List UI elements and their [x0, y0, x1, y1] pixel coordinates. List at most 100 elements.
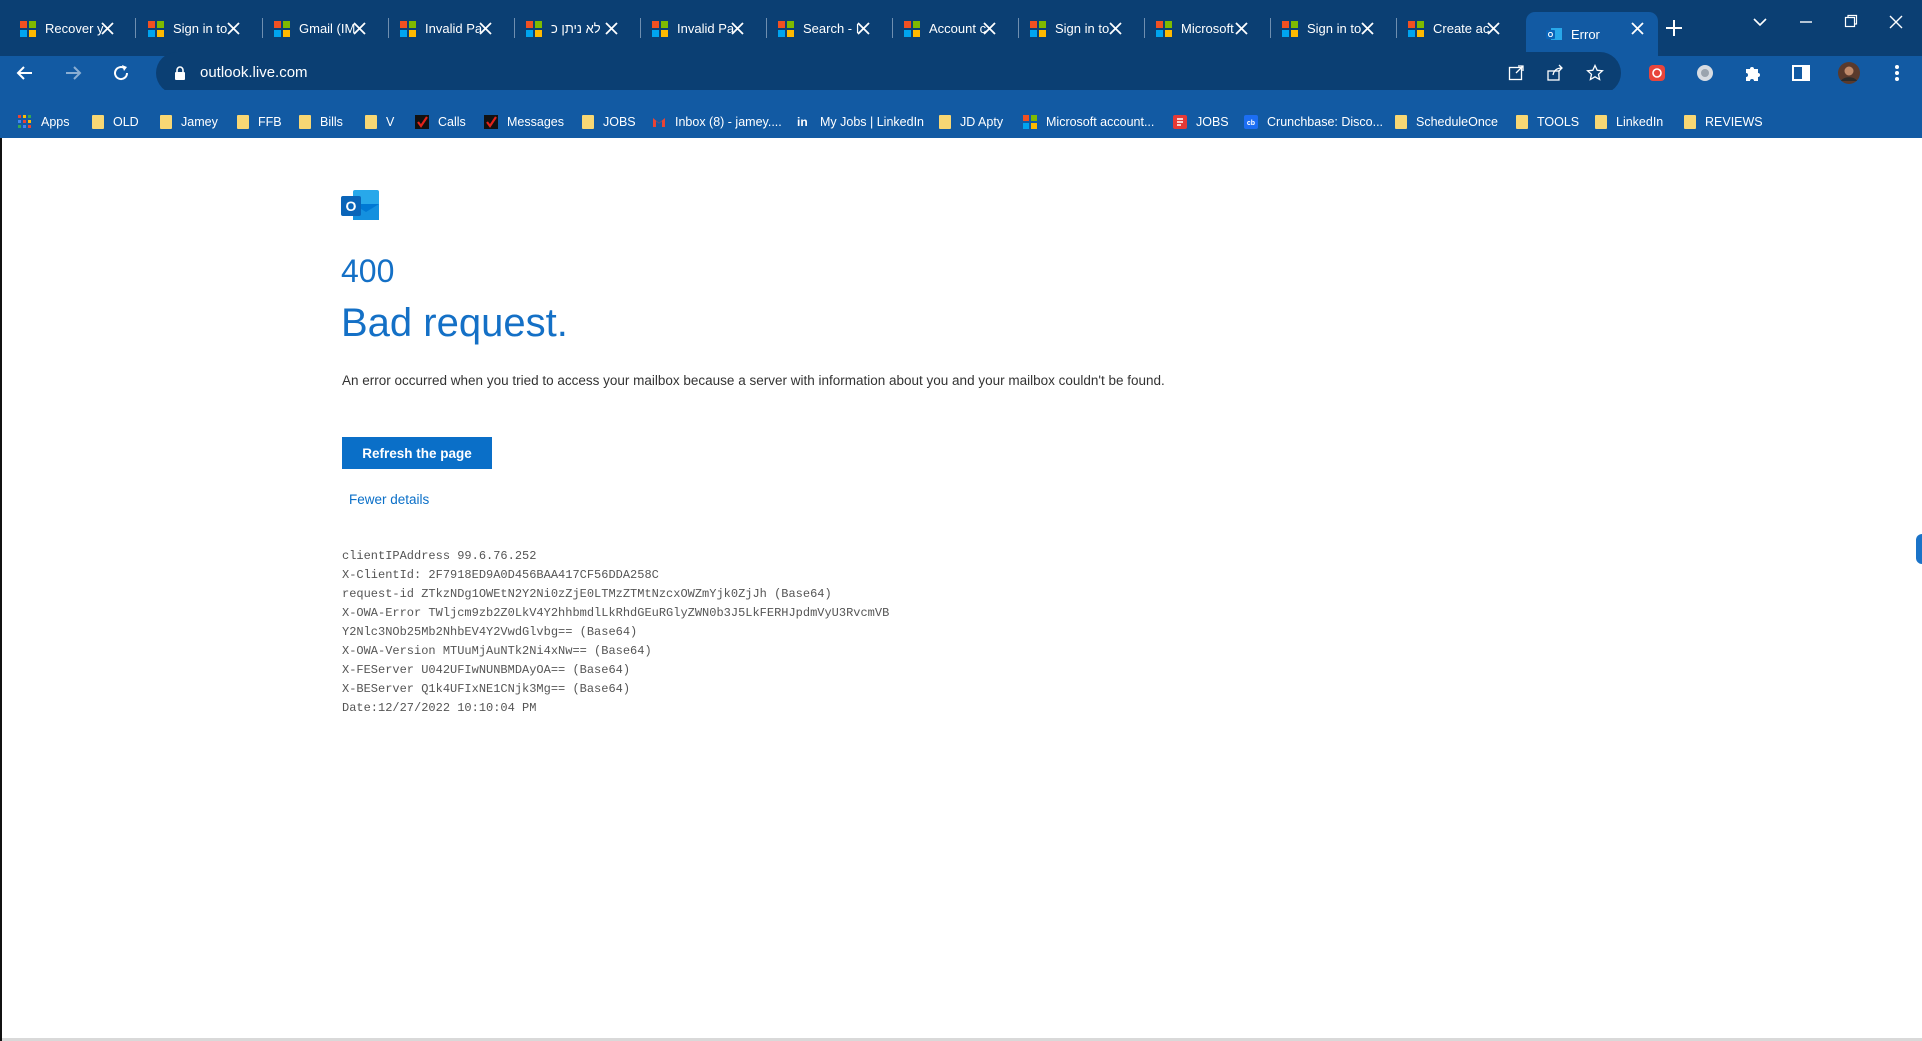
fewer-details-link[interactable]: Fewer details	[349, 492, 429, 507]
tab-error-active[interactable]: O Error	[1526, 12, 1658, 56]
refresh-button[interactable]: Refresh the page	[342, 437, 492, 469]
bookmark-jobs-folder[interactable]: JOBS	[582, 113, 636, 131]
extension-grey-icon	[1697, 65, 1713, 81]
folder-icon	[365, 115, 377, 129]
close-icon[interactable]	[1485, 20, 1502, 37]
detail-line: clientIPAddress 99.6.76.252	[342, 549, 537, 563]
microsoft-logo-icon	[20, 20, 36, 37]
tab-hebrew[interactable]: לא ניתן כ	[506, 12, 632, 45]
bookmark-messages[interactable]: Messages	[484, 113, 564, 131]
share-icon[interactable]	[1546, 64, 1564, 82]
close-icon[interactable]	[729, 20, 746, 37]
window-close-icon[interactable]	[1888, 14, 1904, 30]
side-panel-handle[interactable]	[1916, 534, 1922, 564]
close-icon[interactable]	[351, 20, 368, 37]
close-icon[interactable]	[225, 20, 242, 37]
menu-button[interactable]	[1880, 56, 1914, 90]
bookmark-label: Jamey	[181, 115, 218, 129]
crunchbase-icon: cb	[1244, 115, 1258, 129]
bookmark-bills[interactable]: Bills	[299, 113, 343, 131]
close-icon[interactable]	[603, 20, 620, 37]
tab-invalid-1[interactable]: Invalid Pa	[380, 12, 506, 45]
bookmark-microsoft-account[interactable]: Microsoft account...	[1023, 113, 1154, 131]
close-icon[interactable]	[477, 20, 494, 37]
minimize-icon[interactable]	[1798, 16, 1814, 28]
apps-grid-icon	[18, 115, 31, 128]
tab-account[interactable]: Account c	[884, 12, 1010, 45]
microsoft-logo-icon	[148, 20, 164, 37]
close-icon[interactable]	[1629, 20, 1646, 37]
tab-strip: Recover y Sign in to Gmail (IM Invalid P…	[0, 0, 1922, 56]
bookmark-jd-apty[interactable]: JD Apty	[939, 113, 1003, 131]
back-button[interactable]	[8, 56, 42, 90]
tab-search[interactable]: Search - I	[758, 12, 884, 45]
close-icon[interactable]	[1107, 20, 1124, 37]
open-in-app-icon[interactable]	[1508, 65, 1524, 81]
tab-sign-in-3[interactable]: Sign in to	[1262, 12, 1388, 45]
star-bookmark-icon[interactable]	[1586, 64, 1604, 82]
bookmark-label: Calls	[438, 115, 466, 129]
bookmark-apps[interactable]: Apps	[18, 113, 70, 131]
reload-button[interactable]	[104, 56, 138, 90]
bookmark-ffb[interactable]: FFB	[237, 113, 282, 131]
folder-icon	[1516, 115, 1528, 129]
bookmark-label: V	[386, 115, 395, 129]
bookmark-label: TOOLS	[1537, 115, 1580, 129]
bookmark-label: FFB	[258, 115, 282, 129]
extensions-button[interactable]	[1736, 56, 1770, 90]
detail-line: X-OWA-Error TWljcm9zb2Z0LkV4Y2hhbmdlLkRh…	[342, 606, 890, 620]
bookmark-label: Apps	[41, 115, 70, 129]
bookmark-scheduleonce[interactable]: ScheduleOnce	[1395, 113, 1498, 131]
microsoft-logo-icon	[778, 20, 794, 37]
tab-create-account[interactable]: Create ac	[1388, 12, 1514, 45]
tab-sign-in-2[interactable]: Sign in to	[1010, 12, 1136, 45]
close-icon[interactable]	[981, 20, 998, 37]
bookmark-crunchbase[interactable]: cb Crunchbase: Disco...	[1244, 113, 1383, 131]
bookmark-label: JD Apty	[960, 115, 1004, 129]
restore-icon[interactable]	[1844, 14, 1858, 28]
tab-sign-in-1[interactable]: Sign in to	[128, 12, 254, 45]
new-tab-plus-icon[interactable]	[1664, 18, 1684, 38]
microsoft-logo-icon	[904, 20, 920, 37]
extension-red-button[interactable]	[1640, 56, 1674, 90]
bookmark-linkedin[interactable]: LinkedIn	[1595, 113, 1663, 131]
folder-icon	[160, 115, 172, 129]
bookmarks-bar: Apps OLD Jamey FFB Bills V Calls Message…	[0, 104, 1922, 138]
address-bar[interactable]: outlook.live.com	[156, 52, 1621, 94]
verizon-check-icon	[484, 115, 498, 129]
bookmark-jobs-red[interactable]: JOBS	[1173, 113, 1229, 131]
bookmark-tools[interactable]: TOOLS	[1516, 113, 1579, 131]
bookmark-v[interactable]: V	[365, 113, 394, 131]
microsoft-logo-icon	[1156, 20, 1172, 37]
url-text[interactable]: outlook.live.com	[200, 64, 308, 81]
bookmark-old[interactable]: OLD	[92, 113, 139, 131]
close-icon[interactable]	[1359, 20, 1376, 37]
microsoft-logo-icon	[274, 20, 290, 37]
tab-microsoft[interactable]: Microsoft	[1136, 12, 1262, 45]
close-icon[interactable]	[855, 20, 872, 37]
bookmark-linkedin-jobs[interactable]: in My Jobs | LinkedIn	[797, 113, 924, 131]
side-panel-button[interactable]	[1784, 56, 1818, 90]
detail-line: Date:12/27/2022 10:10:04 PM	[342, 701, 537, 715]
tab-invalid-2[interactable]: Invalid Pa	[632, 12, 758, 45]
bookmark-gmail-inbox[interactable]: Inbox (8) - jamey....	[652, 113, 782, 131]
bookmark-label: Messages	[507, 115, 564, 129]
close-icon[interactable]	[1233, 20, 1250, 37]
folder-icon	[1395, 115, 1407, 129]
lock-icon[interactable]	[174, 66, 186, 81]
close-icon[interactable]	[99, 20, 116, 37]
bookmark-label: JOBS	[1196, 115, 1229, 129]
tab-gmail[interactable]: Gmail (IM	[254, 12, 380, 45]
bookmark-calls[interactable]: Calls	[415, 113, 466, 131]
forward-button[interactable]	[56, 56, 90, 90]
extension-grey-button[interactable]	[1688, 56, 1722, 90]
profile-button[interactable]	[1832, 56, 1866, 90]
bookmark-jamey[interactable]: Jamey	[160, 113, 218, 131]
microsoft-logo-icon	[1408, 20, 1424, 37]
tab-recover[interactable]: Recover y	[0, 12, 128, 45]
tab-search-chevron-icon[interactable]	[1752, 16, 1768, 28]
more-vertical-icon	[1895, 65, 1899, 81]
bookmark-reviews[interactable]: REVIEWS	[1684, 113, 1763, 131]
folder-icon	[939, 115, 951, 129]
bookmark-label: LinkedIn	[1616, 115, 1664, 129]
